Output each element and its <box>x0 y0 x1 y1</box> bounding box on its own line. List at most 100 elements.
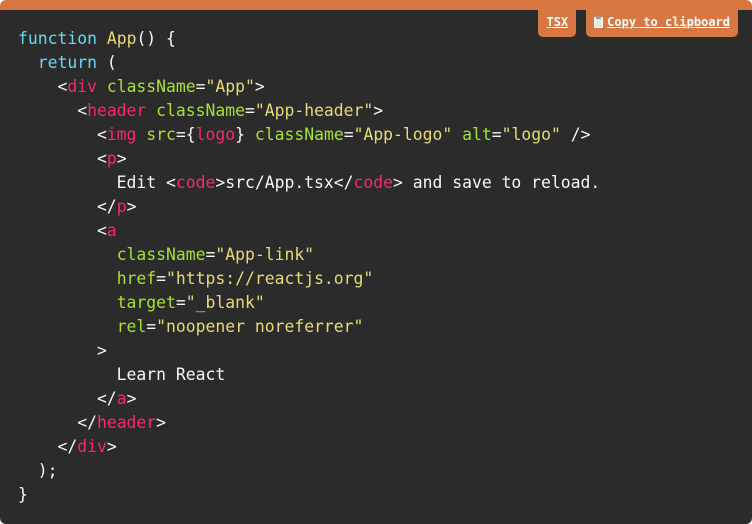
code-token: code <box>175 173 216 192</box>
code-token: > <box>18 341 107 360</box>
code-token: src <box>146 125 176 144</box>
code-token: header <box>87 101 147 120</box>
code-token: href <box>116 269 157 288</box>
code-token: /> <box>560 125 591 144</box>
code-line: function App() { <box>18 27 600 51</box>
code-token: p <box>116 197 127 216</box>
code-token: </ <box>18 413 97 432</box>
code-token: alt <box>462 125 492 144</box>
code-token: "logo" <box>501 125 561 144</box>
code-token: logo <box>195 125 236 144</box>
code-token: > and save to reload. <box>393 173 601 192</box>
code-token: < <box>18 77 68 96</box>
code-token: p <box>106 149 117 168</box>
code-token: a <box>106 221 117 240</box>
code-token: > <box>373 101 384 120</box>
copy-label: Copy to clipboard <box>607 15 730 29</box>
code-line: </div> <box>18 435 600 459</box>
code-token: Learn React <box>18 365 226 384</box>
code-token: "noopener noreferrer" <box>156 317 364 336</box>
code-token: div <box>77 437 107 456</box>
code-token: function <box>18 29 97 48</box>
code-token: "App" <box>205 77 255 96</box>
code-token: ={ <box>175 125 196 144</box>
code-token: className <box>116 245 206 264</box>
code-line: </p> <box>18 195 600 219</box>
code-token: = <box>195 77 206 96</box>
code-token: className <box>106 77 196 96</box>
code-token: "https://reactjs.org" <box>166 269 374 288</box>
code-token: > <box>156 413 167 432</box>
code-token: > <box>106 437 117 456</box>
code-token: </ <box>18 389 117 408</box>
code-token: return <box>37 53 97 72</box>
code-line: ); <box>18 459 600 483</box>
code-token: header <box>96 413 157 432</box>
code-token: } <box>235 125 255 144</box>
code-line: rel="noopener noreferrer" <box>18 315 600 339</box>
code-token: = <box>244 101 255 120</box>
code-token: "App-logo" <box>353 125 453 144</box>
code-token: = <box>205 245 216 264</box>
code-token: </ <box>18 197 117 216</box>
code-content: function App() { return ( <div className… <box>18 27 600 507</box>
code-token: = <box>175 293 186 312</box>
code-token: > <box>126 197 137 216</box>
code-line: <img src={logo} className="App-logo" alt… <box>18 123 600 147</box>
code-token: = <box>156 269 167 288</box>
code-line: } <box>18 483 600 507</box>
code-token: < <box>18 221 107 240</box>
code-line: > <box>18 339 600 363</box>
code-line: <div className="App"> <box>18 75 600 99</box>
code-token: ); <box>18 461 58 480</box>
code-line: target="_blank" <box>18 291 600 315</box>
code-token: < <box>18 149 107 168</box>
code-token: > <box>126 389 137 408</box>
code-line: <header className="App-header"> <box>18 99 600 123</box>
code-token: < <box>18 101 88 120</box>
code-line: <p> <box>18 147 600 171</box>
code-line: <a <box>18 219 600 243</box>
code-token: className <box>254 125 344 144</box>
code-token: >src/App.tsx</ <box>215 173 354 192</box>
code-token: "_blank" <box>185 293 265 312</box>
code-token: ( <box>96 53 117 72</box>
code-line: Learn React <box>18 363 600 387</box>
code-line: Edit <code>src/App.tsx</code> and save t… <box>18 171 601 195</box>
copy-to-clipboard-button[interactable]: Copy to clipboard <box>586 10 738 37</box>
code-token: () { <box>136 29 176 48</box>
code-token: > <box>116 149 127 168</box>
code-token: = <box>343 125 354 144</box>
code-line: </a> <box>18 387 600 411</box>
code-token: App <box>106 29 137 48</box>
code-token: < <box>18 125 107 144</box>
code-token: } <box>18 485 28 504</box>
code-token: Edit < <box>18 173 176 192</box>
code-token: a <box>116 389 127 408</box>
code-token: div <box>67 77 97 96</box>
code-line: href="https://reactjs.org" <box>18 267 600 291</box>
code-token: </ <box>18 437 78 456</box>
code-token: target <box>116 293 176 312</box>
code-token: img <box>106 125 137 144</box>
code-token: "App-header" <box>254 101 374 120</box>
clipboard-icon <box>594 15 604 28</box>
code-token: code <box>353 173 394 192</box>
code-token: = <box>146 317 157 336</box>
code-token: rel <box>116 317 147 336</box>
code-block: TSX Copy to clipboard function App() { r… <box>0 0 752 524</box>
code-token: className <box>156 101 245 120</box>
code-line: className="App-link" <box>18 243 600 267</box>
code-line: return ( <box>18 51 600 75</box>
code-token: "App-link" <box>215 245 315 264</box>
